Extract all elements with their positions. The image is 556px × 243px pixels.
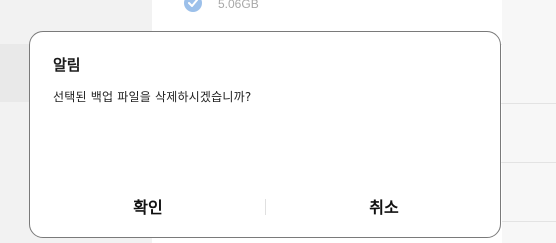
backup-check-icon xyxy=(184,0,202,12)
right-edge-panel xyxy=(502,0,556,243)
list-divider xyxy=(502,221,556,222)
confirm-button[interactable]: 확인 xyxy=(30,175,266,237)
alert-dialog: 알림 선택된 백업 파일을 삭제하시겠습니까? 확인 취소 xyxy=(29,31,501,238)
cancel-button[interactable]: 취소 xyxy=(266,175,502,237)
dialog-title: 알림 xyxy=(53,56,81,74)
list-divider xyxy=(502,103,556,104)
dialog-message: 선택된 백업 파일을 삭제하시겠습니까? xyxy=(53,90,252,104)
backup-item-size: 5.06GB xyxy=(218,0,259,11)
list-divider xyxy=(502,162,556,163)
dialog-actions: 확인 취소 xyxy=(30,175,500,237)
